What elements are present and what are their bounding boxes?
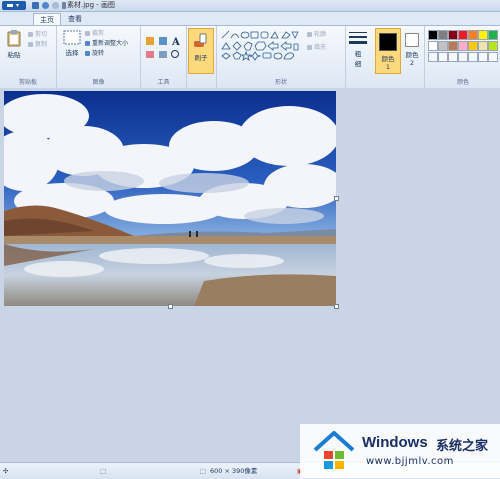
clipboard-group-label: 剪贴板 xyxy=(18,79,37,86)
custom-color-slot[interactable] xyxy=(438,52,448,62)
color2-button[interactable]: 颜色 2 xyxy=(402,30,422,67)
canvas-area[interactable] xyxy=(0,88,500,462)
clipboard-group: 粘贴 剪切 复制 剪贴板 xyxy=(0,26,57,88)
window-title: 素材.jpg - 画图 xyxy=(67,1,116,9)
watermark-url: www.bjjmlv.com xyxy=(366,456,454,467)
shapes-group: 轮廓 填充 形状 xyxy=(216,26,346,88)
palette-color-swatch[interactable] xyxy=(468,30,478,40)
custom-color-slot[interactable] xyxy=(448,52,458,62)
paint-menu-button[interactable]: ▾ xyxy=(2,1,26,10)
tools-group-label: 工具 xyxy=(157,79,170,86)
title-bar: ▾ 素材.jpg - 画图 xyxy=(0,0,500,12)
customize-qat-icon[interactable] xyxy=(62,2,66,9)
palette-color-swatch[interactable] xyxy=(428,30,438,40)
redo-icon[interactable] xyxy=(52,2,59,9)
custom-color-slot[interactable] xyxy=(488,52,498,62)
fill-button[interactable]: 填充 xyxy=(307,44,326,52)
resize-icon xyxy=(85,41,90,46)
color1-swatch xyxy=(379,33,397,51)
magnifier-icon[interactable] xyxy=(171,50,179,58)
custom-color-slot[interactable] xyxy=(468,52,478,62)
palette-color-swatch[interactable] xyxy=(428,41,438,51)
palette-color-swatch[interactable] xyxy=(458,30,468,40)
line-size-icon xyxy=(349,32,367,44)
text-tool-icon[interactable]: A xyxy=(171,37,180,48)
paste-button[interactable]: 粘贴 xyxy=(4,30,24,59)
rotate-icon xyxy=(85,51,90,56)
pencil-icon[interactable] xyxy=(146,37,154,45)
color-picker-icon[interactable] xyxy=(159,51,167,58)
resize-handle-right[interactable] xyxy=(334,196,339,201)
windows-house-logo xyxy=(313,431,355,469)
selection-size-icon: ⬚ xyxy=(100,467,107,475)
color1-button[interactable]: 颜色 1 xyxy=(375,28,401,74)
resize-button[interactable]: 重新调整大小 xyxy=(85,40,128,48)
copy-icon xyxy=(28,42,33,47)
brush-icon xyxy=(194,33,207,47)
image-group-label: 图像 xyxy=(92,79,105,86)
resize-handle-bottom[interactable] xyxy=(168,304,173,309)
image-size-text: 600 × 390像素 xyxy=(210,467,258,475)
palette-color-swatch[interactable] xyxy=(478,30,488,40)
watermark: Windows 系统之家 www.bjjmlv.com xyxy=(300,424,500,478)
image-size-icon: ⬚ xyxy=(200,467,207,475)
fill-icon xyxy=(307,45,312,50)
ribbon-tabs: 主页 查看 xyxy=(0,12,500,26)
watermark-brand: Windows xyxy=(362,434,428,451)
resize-handle-corner[interactable] xyxy=(334,304,339,309)
colors-group: 颜色 xyxy=(424,26,500,88)
crop-icon xyxy=(85,31,90,36)
canvas-image[interactable] xyxy=(4,91,336,306)
tools-icons: A xyxy=(146,37,180,58)
custom-color-slot[interactable] xyxy=(428,52,438,62)
colors-group-label: 颜色 xyxy=(456,79,469,86)
outline-button[interactable]: 轮廓 xyxy=(307,31,326,39)
select-button[interactable]: 选择 xyxy=(61,30,83,57)
custom-color-slot[interactable] xyxy=(458,52,468,62)
color2-swatch xyxy=(405,33,419,47)
undo-icon[interactable] xyxy=(42,2,49,9)
palette-color-swatch[interactable] xyxy=(478,41,488,51)
rotate-button[interactable]: 旋转 xyxy=(85,50,104,58)
watermark-brand-cn: 系统之家 xyxy=(436,439,489,454)
cursor-position-icon: ✣ xyxy=(3,467,9,475)
scissors-icon xyxy=(28,32,33,37)
tab-view[interactable]: 查看 xyxy=(62,13,88,25)
size-button[interactable]: 粗细 xyxy=(346,30,370,68)
shapes-group-label: 形状 xyxy=(274,79,287,86)
chevron-down-icon: ▾ xyxy=(16,2,20,9)
palette-color-swatch[interactable] xyxy=(468,41,478,51)
paste-icon xyxy=(7,30,21,47)
palette-color-swatch[interactable] xyxy=(448,30,458,40)
select-icon xyxy=(63,30,81,45)
quick-access-toolbar xyxy=(32,1,66,10)
eraser-icon[interactable] xyxy=(146,51,154,58)
palette-color-swatch[interactable] xyxy=(458,41,468,51)
brushes-button[interactable]: 刷子 xyxy=(188,28,214,74)
image-group: 选择 裁剪 重新调整大小 旋转 图像 xyxy=(57,26,141,88)
save-icon[interactable] xyxy=(32,2,39,9)
tools-group: A 工具 xyxy=(141,26,187,88)
shapes-gallery[interactable] xyxy=(220,30,302,62)
custom-color-slot[interactable] xyxy=(478,52,488,62)
copy-button[interactable]: 复制 xyxy=(28,41,47,49)
palette-color-swatch[interactable] xyxy=(448,41,458,51)
palette-color-swatch[interactable] xyxy=(488,41,498,51)
palette-color-swatch[interactable] xyxy=(488,30,498,40)
outline-icon xyxy=(307,32,312,37)
landscape-photo xyxy=(4,91,336,306)
ribbon: 粘贴 剪切 复制 剪贴板 选择 裁剪 重新调整大小 旋转 图像 A 工具 刷子 … xyxy=(0,25,500,89)
fill-bucket-icon[interactable] xyxy=(159,37,167,45)
palette-color-swatch[interactable] xyxy=(438,41,448,51)
crop-button[interactable]: 裁剪 xyxy=(85,30,104,38)
menu-icon xyxy=(7,4,13,7)
cut-button[interactable]: 剪切 xyxy=(28,31,47,39)
palette-color-swatch[interactable] xyxy=(438,30,448,40)
